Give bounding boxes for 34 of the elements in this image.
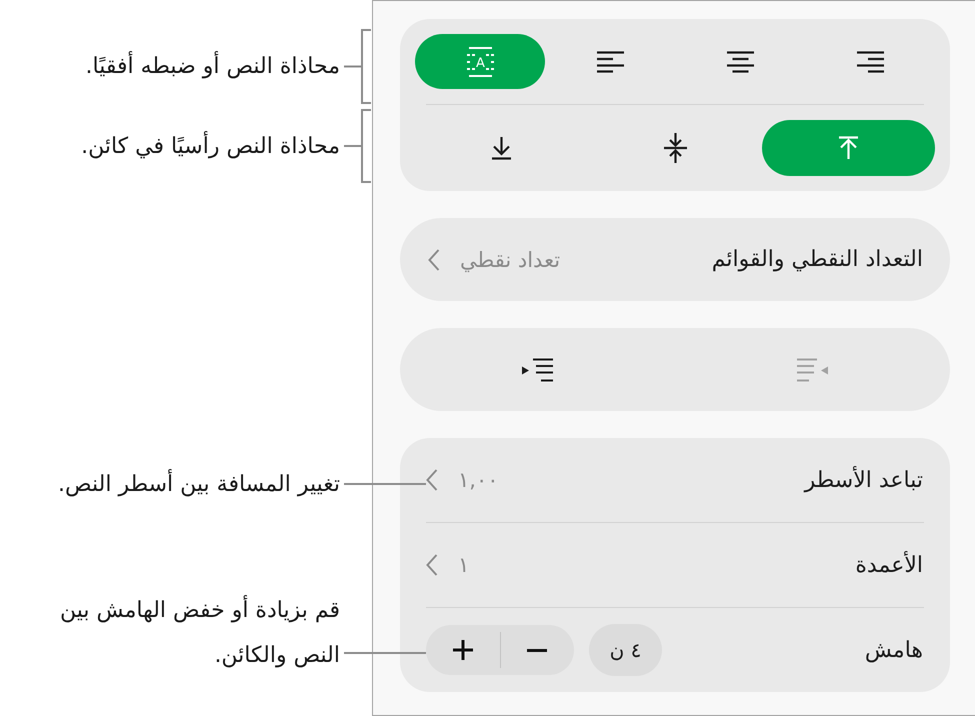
indent-decrease-icon — [797, 358, 828, 382]
value-menu-button[interactable]: تعداد نقطي — [428, 248, 560, 272]
row-label: التعداد النقطي والقوائم — [712, 247, 923, 272]
minus-icon — [527, 648, 548, 652]
callout-text: قم بزيادة أو خفض الهامش بين النص والكائن. — [22, 588, 340, 678]
plus-button[interactable] — [452, 640, 473, 660]
value-menu-button[interactable]: ١,٠٠ — [426, 468, 499, 492]
indent-increase-icon — [522, 358, 553, 382]
stepper-control[interactable] — [426, 625, 574, 675]
margin-value-field[interactable]: ٤ ن — [589, 624, 662, 676]
align-center-icon — [726, 50, 754, 72]
row-label: تباعد الأسطر — [804, 468, 923, 492]
callout-text: محاذاة النص رأسيًا في كائن. — [81, 134, 340, 158]
align-bottom-button[interactable] — [491, 136, 512, 160]
chevron-left-icon — [428, 248, 440, 270]
align-middle-button[interactable] — [662, 132, 688, 164]
align-middle-icon — [662, 132, 688, 164]
align-bottom-icon — [491, 136, 512, 160]
fit-text-button[interactable]: A — [415, 34, 545, 89]
align-top-icon — [838, 136, 859, 160]
chevron-left-icon — [426, 469, 438, 491]
value-menu-button[interactable]: ١ — [426, 553, 470, 577]
minus-button[interactable] — [527, 648, 548, 652]
callout-text: تغيير المسافة بين أسطر النص. — [58, 472, 340, 496]
align-left-button[interactable] — [596, 50, 624, 72]
align-right-icon — [856, 50, 884, 72]
chevron-left-icon — [426, 554, 438, 576]
row-label: هامش — [864, 638, 923, 662]
align-right-button[interactable] — [856, 50, 884, 72]
align-left-icon — [596, 50, 624, 72]
indent-increase-button[interactable] — [522, 358, 553, 382]
align-center-button[interactable] — [726, 50, 754, 72]
plus-icon — [452, 640, 473, 660]
row-label: الأعمدة — [855, 552, 923, 578]
